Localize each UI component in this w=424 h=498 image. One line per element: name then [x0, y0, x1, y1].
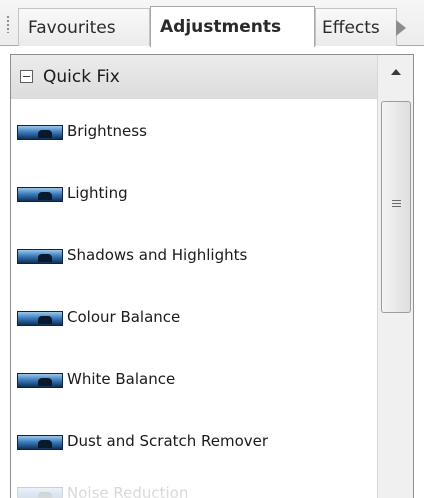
- grip-lines-icon: [392, 200, 401, 209]
- group-title: Quick Fix: [43, 67, 120, 87]
- list-item-label: Noise Reduction: [67, 484, 189, 498]
- adjustments-list: Quick Fix Brightness Lighting Shadows an…: [11, 55, 377, 498]
- list-item-brightness[interactable]: Brightness: [11, 111, 377, 151]
- group-header-quick-fix[interactable]: Quick Fix: [11, 55, 377, 99]
- photo-thumbnail-icon: [17, 487, 63, 498]
- list-item-label: Brightness: [67, 122, 147, 140]
- photo-thumbnail-icon: [17, 125, 63, 140]
- tab-scroll-right-icon[interactable]: [396, 20, 406, 36]
- photo-thumbnail-icon: [17, 187, 63, 202]
- adjustments-panel: Quick Fix Brightness Lighting Shadows an…: [10, 54, 414, 498]
- photo-thumbnail-icon: [17, 373, 63, 388]
- list-item-label: Colour Balance: [67, 308, 181, 326]
- tab-bar: Favourites Adjustments Effects: [0, 0, 424, 47]
- toolbar-grip-icon[interactable]: [6, 15, 10, 33]
- list-item-label: White Balance: [67, 370, 176, 388]
- tab-adjustments-label: Adjustments: [160, 17, 282, 37]
- list-item-label: Shadows and Highlights: [67, 246, 248, 264]
- list-item-dust-scratch-remover[interactable]: Dust and Scratch Remover: [11, 421, 377, 461]
- tab-adjustments[interactable]: Adjustments: [150, 6, 315, 47]
- photo-thumbnail-icon: [17, 249, 63, 264]
- scroll-up-button[interactable]: [378, 55, 413, 93]
- list-item-noise-reduction[interactable]: Noise Reduction: [11, 473, 377, 498]
- list-item-label: Dust and Scratch Remover: [67, 432, 269, 450]
- list-item-label: Lighting: [67, 184, 128, 202]
- list-item-shadows-highlights[interactable]: Shadows and Highlights: [11, 235, 377, 275]
- scroll-thumb[interactable]: [381, 101, 411, 313]
- photo-thumbnail-icon: [17, 435, 63, 450]
- list-item-white-balance[interactable]: White Balance: [11, 359, 377, 399]
- tab-effects-label: Effects: [322, 17, 380, 38]
- tab-favourites[interactable]: Favourites: [18, 8, 150, 46]
- photo-thumbnail-icon: [17, 311, 63, 326]
- collapse-icon[interactable]: [20, 70, 33, 83]
- list-item-colour-balance[interactable]: Colour Balance: [11, 297, 377, 337]
- tab-effects[interactable]: Effects: [315, 8, 397, 46]
- list-item-lighting[interactable]: Lighting: [11, 173, 377, 213]
- tab-favourites-label: Favourites: [28, 17, 116, 38]
- vertical-scrollbar[interactable]: [377, 55, 413, 498]
